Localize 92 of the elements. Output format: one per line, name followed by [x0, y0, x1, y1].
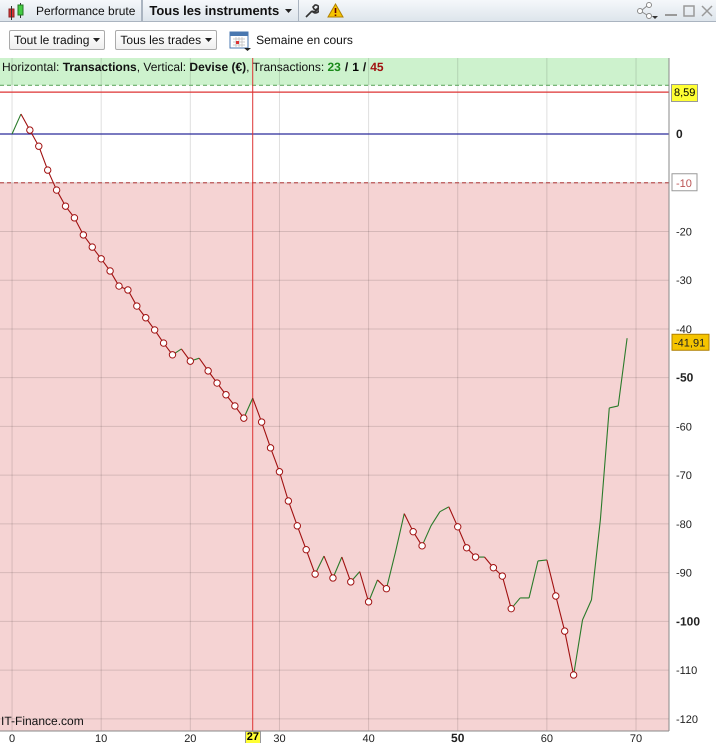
- x-tick-label: 40: [362, 733, 375, 743]
- y-tick-label: -40: [676, 324, 692, 336]
- y-tick-label: -30: [676, 275, 692, 288]
- point: [88, 243, 96, 251]
- share-icon: [636, 2, 658, 20]
- filter-dropdown[interactable]: Tous les trades: [115, 30, 218, 50]
- point: [294, 522, 301, 530]
- point: [231, 402, 239, 410]
- x-tick-label: 20: [184, 733, 196, 743]
- y-tick-label: -90: [676, 568, 692, 580]
- point: [266, 444, 274, 452]
- cursor-label: 27: [244, 731, 261, 743]
- point: [364, 598, 372, 606]
- point: [382, 585, 390, 592]
- point: [418, 542, 426, 550]
- close-icon: [701, 4, 713, 16]
- level-label: 8,59: [671, 84, 698, 102]
- x-tick-label: 70: [630, 733, 642, 743]
- point: [62, 202, 70, 210]
- point: [409, 528, 417, 536]
- point: [160, 339, 168, 347]
- y-tick-label: -110: [676, 665, 698, 678]
- point: [204, 367, 212, 375]
- y-tick-label: -120: [676, 714, 698, 726]
- caret-icon: [285, 8, 292, 12]
- point: [26, 126, 34, 134]
- x-tick-label: 30: [273, 733, 286, 743]
- transaction-count: 23: [328, 60, 341, 74]
- y-tick-label: -80: [676, 518, 692, 531]
- point: [454, 523, 462, 531]
- point: [490, 564, 498, 572]
- point: [552, 592, 560, 600]
- y-tick-label: 0: [676, 127, 683, 142]
- point: [311, 570, 319, 578]
- y-tick-label: -20: [676, 226, 692, 238]
- point: [276, 468, 284, 476]
- point: [150, 326, 158, 334]
- calendar-icon: [229, 29, 252, 51]
- count-separator: /: [344, 60, 348, 74]
- tab[interactable]: Tous les instruments: [142, 0, 300, 21]
- point: [222, 391, 230, 398]
- tab[interactable]: Performance brute: [30, 0, 142, 21]
- period-button[interactable]: Semaine en cours: [227, 29, 355, 51]
- y-tick-label: -10: [676, 178, 692, 190]
- point: [508, 604, 515, 612]
- y-tick-label: -50: [676, 370, 694, 385]
- watermark: IT-Finance.com: [1, 714, 84, 728]
- point: [106, 267, 114, 275]
- point: [258, 418, 266, 426]
- point: [52, 186, 60, 194]
- maximize-icon: [683, 4, 695, 16]
- point: [329, 574, 337, 582]
- last-value-label: -41,91: [672, 334, 710, 351]
- minimize-icon: [665, 14, 677, 16]
- point: [97, 255, 105, 262]
- point: [570, 671, 578, 679]
- count-separator: /: [362, 60, 366, 74]
- point: [284, 497, 292, 505]
- point: [115, 282, 123, 290]
- point: [142, 314, 150, 322]
- x-tick-label: 50: [451, 731, 464, 743]
- transaction-count: 45: [370, 60, 384, 74]
- point: [186, 357, 194, 365]
- point: [80, 231, 88, 239]
- x-tick-label: 0: [8, 733, 16, 743]
- annotation: -41,91: [674, 337, 706, 350]
- caret-icon: [93, 38, 100, 42]
- point: [44, 166, 52, 174]
- point: [347, 578, 354, 586]
- point: [240, 414, 248, 422]
- point: [462, 544, 470, 552]
- point: [124, 286, 132, 294]
- point: [302, 546, 310, 554]
- y-tick-label: -10: [672, 173, 698, 192]
- point: [498, 572, 506, 580]
- x-tick-label: 10: [95, 733, 108, 743]
- filter-dropdown[interactable]: Tout le trading: [9, 30, 106, 50]
- point: [472, 553, 480, 561]
- candlestick-icon: [8, 2, 26, 20]
- y-tick-label: -100: [676, 614, 700, 628]
- point: [168, 351, 176, 358]
- caret-icon: [205, 38, 212, 42]
- point: [70, 214, 78, 222]
- point: [35, 142, 42, 150]
- point: [213, 379, 221, 387]
- point: [561, 627, 568, 635]
- point: [133, 302, 141, 310]
- wrench-icon: [303, 2, 320, 18]
- x-tick-label: 60: [540, 733, 553, 743]
- transaction-count: 1: [352, 60, 359, 74]
- y-tick-label: -70: [676, 470, 692, 482]
- y-tick-label: -60: [676, 421, 692, 434]
